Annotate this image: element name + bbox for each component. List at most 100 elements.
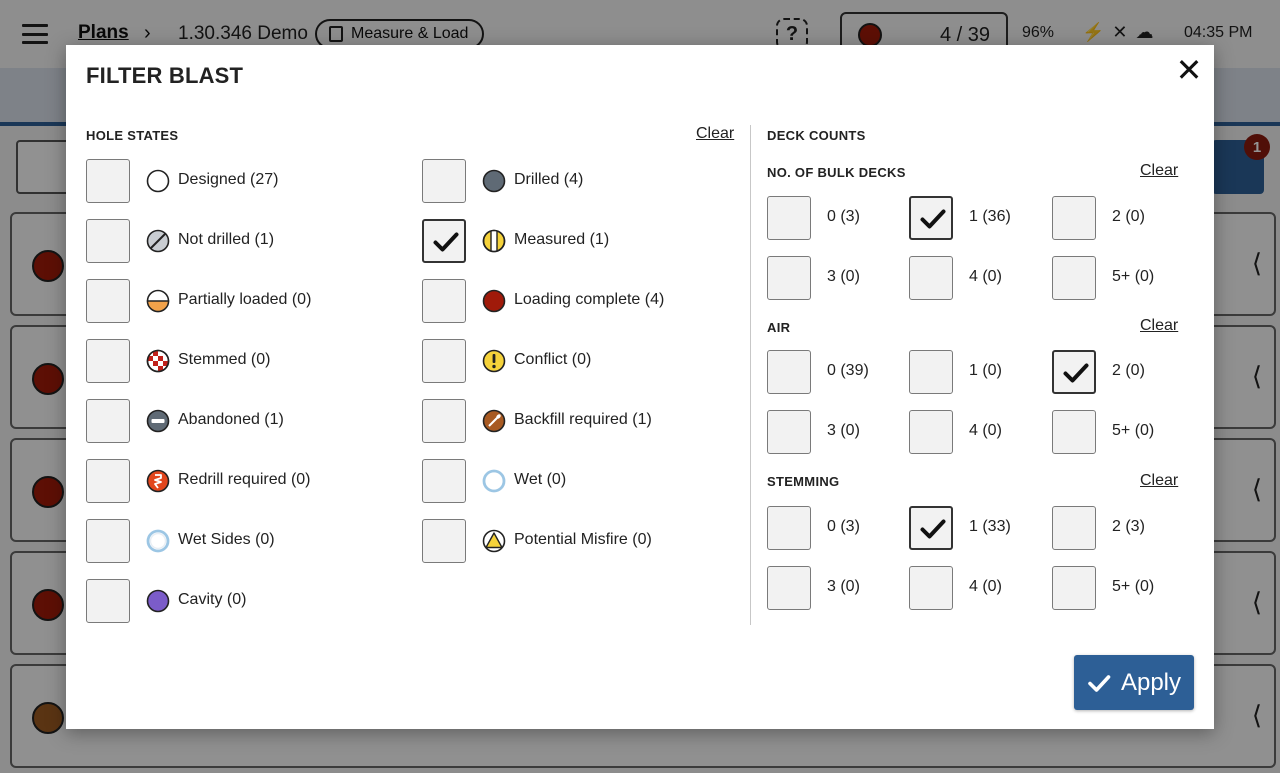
loading-complete-icon <box>482 289 506 313</box>
stemming-option-label: 0 (3) <box>827 518 860 535</box>
hole-state-label: Designed (27) <box>178 171 279 188</box>
air-option-label: 2 (0) <box>1112 362 1145 379</box>
hole-state-label: Stemmed (0) <box>178 351 271 368</box>
checkmark-icon <box>920 519 946 539</box>
checkmark-icon <box>1063 363 1089 383</box>
hole-states-label: HOLE STATES <box>86 128 179 143</box>
air-checkbox[interactable] <box>909 350 953 394</box>
cavity-icon <box>146 589 170 613</box>
hole-state-label: Loading complete (4) <box>514 291 665 308</box>
abandoned-icon <box>146 409 170 433</box>
bulk-decks-option-label: 1 (36) <box>969 208 1011 225</box>
deck-counts-label: DECK COUNTS <box>767 128 866 143</box>
air-option-label: 0 (39) <box>827 362 869 379</box>
hole-state-label: Cavity (0) <box>178 591 247 608</box>
air-option-label: 5+ (0) <box>1112 422 1155 439</box>
hole-state-checkbox[interactable] <box>422 399 466 443</box>
bulk-decks-label: NO. OF BULK DECKS <box>767 165 906 180</box>
bulk-decks-option-label: 4 (0) <box>969 268 1002 285</box>
hole-state-checkbox[interactable] <box>86 159 130 203</box>
hole-state-checkbox[interactable] <box>422 279 466 323</box>
stemming-checkbox[interactable] <box>1052 506 1096 550</box>
hole-state-checkbox[interactable] <box>422 519 466 563</box>
stemming-checkbox[interactable] <box>767 566 811 610</box>
stemming-checkbox[interactable] <box>909 506 953 550</box>
hole-state-label: Conflict (0) <box>514 351 592 368</box>
apply-label: Apply <box>1120 668 1182 696</box>
hole-state-checkbox[interactable] <box>86 339 130 383</box>
bulk-decks-checkbox[interactable] <box>909 196 953 240</box>
bulk-decks-option-label: 0 (3) <box>827 208 860 225</box>
wet-icon <box>482 469 506 493</box>
hole-state-label: Backfill required (1) <box>514 411 652 428</box>
hole-state-checkbox[interactable] <box>86 219 130 263</box>
air-label: AIR <box>767 320 791 335</box>
hole-state-label: Drilled (4) <box>514 171 584 188</box>
air-checkbox[interactable] <box>909 410 953 454</box>
air-clear-link[interactable]: Clear <box>1140 317 1178 335</box>
close-icon[interactable]: ✕ <box>1174 54 1204 86</box>
bulk-decks-checkbox[interactable] <box>1052 256 1096 300</box>
stemming-clear-link[interactable]: Clear <box>1140 472 1178 490</box>
hole-state-checkbox[interactable] <box>422 459 466 503</box>
hole-state-checkbox[interactable] <box>86 399 130 443</box>
hole-state-checkbox[interactable] <box>86 459 130 503</box>
redrill-required-icon <box>146 469 170 493</box>
hole-state-label: Not drilled (1) <box>178 231 275 248</box>
hole-state-checkbox[interactable] <box>422 339 466 383</box>
air-checkbox[interactable] <box>1052 410 1096 454</box>
stemming-checkbox[interactable] <box>767 506 811 550</box>
dialog-title: FILTER BLAST <box>86 63 244 88</box>
hole-state-checkbox[interactable] <box>86 279 130 323</box>
hole-state-label: Potential Misfire (0) <box>514 531 652 548</box>
hole-state-checkbox[interactable] <box>422 159 466 203</box>
potential-misfire-icon <box>482 529 506 553</box>
air-checkbox[interactable] <box>767 410 811 454</box>
hole-states-clear-link[interactable]: Clear <box>696 125 734 143</box>
hole-state-label: Abandoned (1) <box>178 411 284 428</box>
air-checkbox[interactable] <box>767 350 811 394</box>
bulk-decks-checkbox[interactable] <box>1052 196 1096 240</box>
stemming-label: STEMMING <box>767 474 840 489</box>
bulk-decks-checkbox[interactable] <box>767 196 811 240</box>
stemming-option-label: 1 (33) <box>969 518 1011 535</box>
not-drilled-icon <box>146 229 170 253</box>
stemming-option-label: 5+ (0) <box>1112 578 1155 595</box>
stemmed-icon <box>146 349 170 373</box>
wet-sides-icon <box>146 529 170 553</box>
hole-state-label: Wet (0) <box>514 471 567 488</box>
air-checkbox[interactable] <box>1052 350 1096 394</box>
measured-icon <box>482 229 506 253</box>
partially-loaded-icon <box>146 289 170 313</box>
bulk-decks-checkbox[interactable] <box>767 256 811 300</box>
stemming-option-label: 2 (3) <box>1112 518 1145 535</box>
designed-icon <box>146 169 170 193</box>
filter-blast-dialog: FILTER BLAST ✕ HOLE STATES Clear Designe… <box>66 45 1214 729</box>
bulk-decks-option-label: 5+ (0) <box>1112 268 1155 285</box>
bulk-decks-option-label: 2 (0) <box>1112 208 1145 225</box>
backfill-required-icon <box>482 409 506 433</box>
hole-state-label: Measured (1) <box>514 231 610 248</box>
hole-state-checkbox[interactable] <box>86 579 130 623</box>
stemming-option-label: 3 (0) <box>827 578 860 595</box>
hole-state-label: Redrill required (0) <box>178 471 311 488</box>
hole-state-checkbox[interactable] <box>422 219 466 263</box>
stemming-checkbox[interactable] <box>909 566 953 610</box>
column-divider <box>750 125 751 625</box>
hole-state-label: Partially loaded (0) <box>178 291 312 308</box>
conflict-icon <box>482 349 506 373</box>
checkmark-icon <box>433 232 459 252</box>
hole-state-checkbox[interactable] <box>86 519 130 563</box>
stemming-option-label: 4 (0) <box>969 578 1002 595</box>
bulk-decks-option-label: 3 (0) <box>827 268 860 285</box>
checkmark-icon <box>920 209 946 229</box>
check-icon <box>1088 674 1111 692</box>
drilled-icon <box>482 169 506 193</box>
bulk-decks-clear-link[interactable]: Clear <box>1140 162 1178 180</box>
apply-button[interactable]: Apply <box>1074 655 1194 710</box>
hole-state-label: Wet Sides (0) <box>178 531 275 548</box>
air-option-label: 3 (0) <box>827 422 860 439</box>
stemming-checkbox[interactable] <box>1052 566 1096 610</box>
bulk-decks-checkbox[interactable] <box>909 256 953 300</box>
air-option-label: 4 (0) <box>969 422 1002 439</box>
